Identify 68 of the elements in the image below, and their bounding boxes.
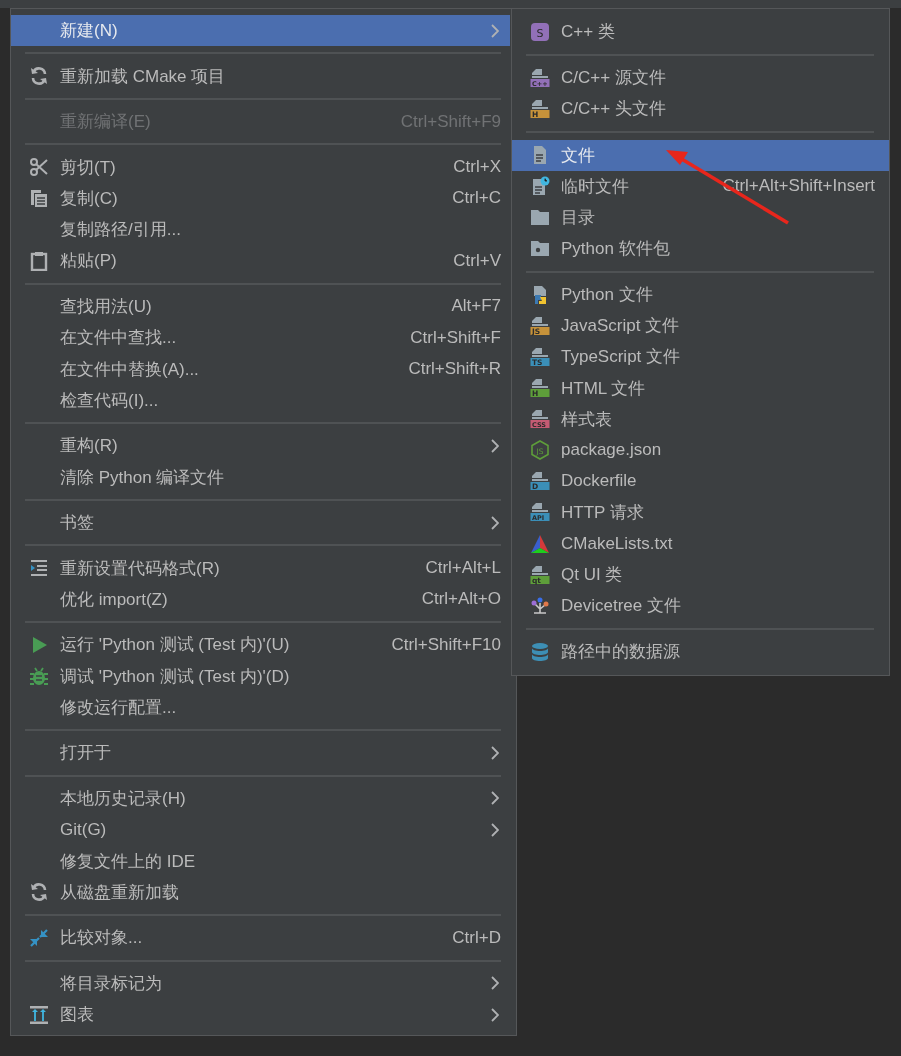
reload-icon	[29, 66, 49, 87]
folder-icon	[530, 207, 550, 228]
menu-item[interactable]: S C++ 类	[512, 16, 889, 48]
menu-item[interactable]: 复制路径/引用...	[11, 214, 510, 246]
chevron-right-icon	[491, 976, 499, 991]
menu-item[interactable]: Python 文件	[512, 279, 889, 311]
document-clock-icon	[530, 176, 550, 197]
chevron-right-icon	[491, 745, 499, 760]
menu-item[interactable]: 复制(C) Ctrl+C	[11, 182, 510, 215]
menu-item[interactable]: Git(G)	[11, 814, 510, 846]
compare-arrows-icon	[29, 927, 49, 948]
menu-item[interactable]: 清除 Python 编译文件	[11, 461, 510, 493]
tree-icon	[530, 595, 550, 616]
chevron-right-icon	[491, 23, 499, 38]
shortcut-label: Alt+F7	[451, 296, 501, 317]
menu-item[interactable]: 本地历史记录(H)	[11, 782, 510, 815]
bug-icon	[29, 666, 49, 687]
menu-item[interactable]: CMakeLists.txt	[512, 527, 889, 560]
menu-item[interactable]: 运行 'Python 测试 (Test 内)'(U) Ctrl+Shift+F10	[11, 629, 510, 661]
chevron-right-icon	[491, 438, 499, 453]
indent-icon	[29, 558, 49, 579]
menu-item[interactable]: 将目录标记为	[11, 967, 510, 999]
menu-item[interactable]: 检查代码(I)...	[11, 384, 510, 416]
clipboard-icon	[29, 251, 49, 271]
menu-item[interactable]: 重新设置代码格式(R) Ctrl+Alt+L	[11, 552, 510, 584]
shortcut-label: Ctrl+V	[453, 251, 501, 271]
menu-item[interactable]: 优化 import(Z) Ctrl+Alt+O	[11, 583, 510, 616]
database-icon	[530, 642, 550, 662]
menu-item[interactable]: 在文件中查找... Ctrl+Shift+F	[11, 322, 510, 354]
menu-item[interactable]: Python 软件包	[512, 232, 889, 265]
menu-item[interactable]: 从磁盘重新加载	[11, 876, 510, 908]
shortcut-label: Ctrl+Shift+F10	[391, 634, 501, 655]
menu-item[interactable]: 修复文件上的 IDE	[11, 845, 510, 877]
folder-icon	[530, 238, 550, 259]
menu-item[interactable]: 调试 'Python 测试 (Test 内)'(D)	[11, 660, 510, 692]
shortcut-label: Ctrl+D	[452, 927, 501, 948]
shortcut-label: Ctrl+Alt+O	[421, 589, 501, 610]
shortcut-label: Ctrl+Shift+R	[408, 359, 501, 380]
diagram-icon	[29, 1004, 49, 1025]
menu-item[interactable]: 目录	[512, 201, 889, 233]
chevron-right-icon	[491, 791, 499, 806]
menu-item[interactable]: 重新加载 CMake 项目	[11, 60, 510, 92]
menu-item[interactable]: 剪切(T) Ctrl+X	[11, 151, 510, 183]
menu-item[interactable]: 粘贴(P) Ctrl+V	[11, 245, 510, 277]
shortcut-label: Ctrl+Alt+L	[425, 558, 501, 579]
chevron-right-icon	[491, 822, 499, 837]
chevron-right-icon	[491, 1007, 499, 1022]
copy-icon	[29, 188, 49, 209]
scissors-icon	[29, 157, 49, 178]
menu-item[interactable]: 比较对象... Ctrl+D	[11, 922, 510, 954]
menu-item[interactable]: 打开于	[11, 737, 510, 769]
menu-item[interactable]: 图表	[11, 998, 510, 1031]
triangle-logo-icon	[530, 533, 550, 554]
menu-item[interactable]: 重构(R)	[11, 430, 510, 462]
reload-icon	[29, 882, 49, 903]
chevron-right-icon	[491, 515, 499, 530]
menu-item[interactable]: 文件	[512, 139, 889, 171]
menu-item[interactable]: Devicetree 文件	[512, 590, 889, 622]
menu-item[interactable]: 修改运行配置...	[11, 691, 510, 724]
menu-item[interactable]: 查找用法(U) Alt+F7	[11, 290, 510, 323]
shortcut-label: Ctrl+Shift+F	[410, 327, 501, 348]
menu-item[interactable]: 路径中的数据源	[512, 636, 889, 668]
menu-item[interactable]: 在文件中替换(A)... Ctrl+Shift+R	[11, 353, 510, 385]
menu-item[interactable]: 书签	[11, 507, 510, 539]
shortcut-label: Ctrl+X	[453, 157, 501, 178]
shortcut-label: Ctrl+C	[452, 188, 501, 209]
menu-item[interactable]: 新建(N)	[11, 15, 510, 47]
class-icon: S	[530, 21, 550, 42]
